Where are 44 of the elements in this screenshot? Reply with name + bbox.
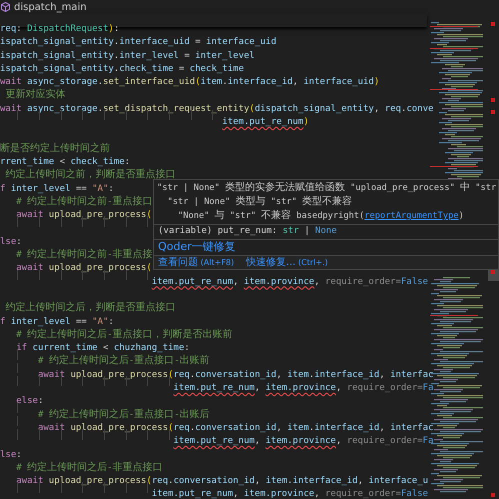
code-line: item.put_re_num, item.province, require_order=Fa [172,436,434,446]
code-line: 断是否约定上传时间之前 [0,144,110,154]
error-message: "str | None" 类型的实参无法赋值给函数 "upload_pre_process" 中 "str [157,181,496,195]
code-line: # 约定上传时间之后-重点接口-出账前 [36,356,210,366]
code-line: else: [15,396,44,406]
code-line: ispatch_signal_entity.check_time = check_time [0,64,244,74]
code-line: await upload_pre_process( [15,263,152,274]
code-line: if current_time < chuzhang_time: [15,343,190,354]
code-line: # 约定上传时间之后-非重点接口 [15,462,163,473]
code-line: # 约定上传时间之前-重点接口 [15,196,153,207]
type-signature: (variable) put_re_num: str | None [158,225,337,238]
code-line: f inter_level == "A": [0,184,114,194]
footer-action-link[interactable]: 快速修复... (Ctrl+.) [246,255,328,270]
code-line: 约定上传时间之前，判断是否重点接口 [4,170,176,180]
code-line: rrent_time < check_time: [0,156,130,167]
footer-action-link[interactable]: 查看问题 (Alt+F8) [158,255,234,270]
code-line: await upload_pre_process(req.conversation_id, item.interface_id, interfac [36,422,434,433]
code-line: ispatch_signal_entity.inter_level = inter_level [0,50,255,61]
code-line: item.put_re_num) [221,117,309,128]
error-message: "str | None" 类型与 "str" 类型不兼容 [166,195,352,209]
scrollbar-drawing[interactable] [488,269,499,499]
code-line: await upload_pre_process(req.conversation_id, item.interface_id, interfac [36,370,434,380]
code-line: ispatch_signal_entity.interface_uid = interface_uid [0,37,276,48]
code-line: # 约定上传时间之前-非重点接 [15,250,153,260]
code-line: item.put_re_num, item.province, require_order=False [150,489,428,499]
code-line: # 约定上传时间之后-重点接口-出账后 [36,410,210,420]
code-line: wait async_storage.set_dispatch_request_entity(dispatch_signal_entity, req.conve [0,104,434,114]
rule-link[interactable]: reportArgumentType [364,211,459,221]
error-message: "None" 与 "str" 不兼容 basedpyright(reportArgumentType) [176,209,464,223]
code-line: # 约定上传时间之后-重点接口，判断是否出账前 [15,330,233,340]
code-line: 约定上传时间之后，判断是否重点接口 [4,303,176,314]
breadcrumb-item[interactable]: dispatch_main [14,0,87,14]
code-line: f inter_level == "A": [0,316,114,327]
sticky-scroll-line[interactable]: req: DispatchRequest): [0,24,120,34]
code-line: lse: [0,450,22,460]
cube-icon [1,2,10,12]
code-line: item.put_re_num, item.province, require_order=False [150,276,428,287]
code-line: 更新对应实体 [4,90,66,100]
quick-fix-link[interactable]: Qoder一键修复 [158,239,236,256]
code-line: item.put_re_num, item.province, require_order=Fa [172,383,434,394]
code-line: lse: [0,236,22,247]
code-line: wait async_storage.set_interface_uid(item.interface_id, interface_uid) [0,77,380,88]
code-line: await upload_pre_process(req.conversation_id, item.interface_id, interface_u [15,476,428,486]
code-line: await upload_pre_process( [15,210,152,220]
